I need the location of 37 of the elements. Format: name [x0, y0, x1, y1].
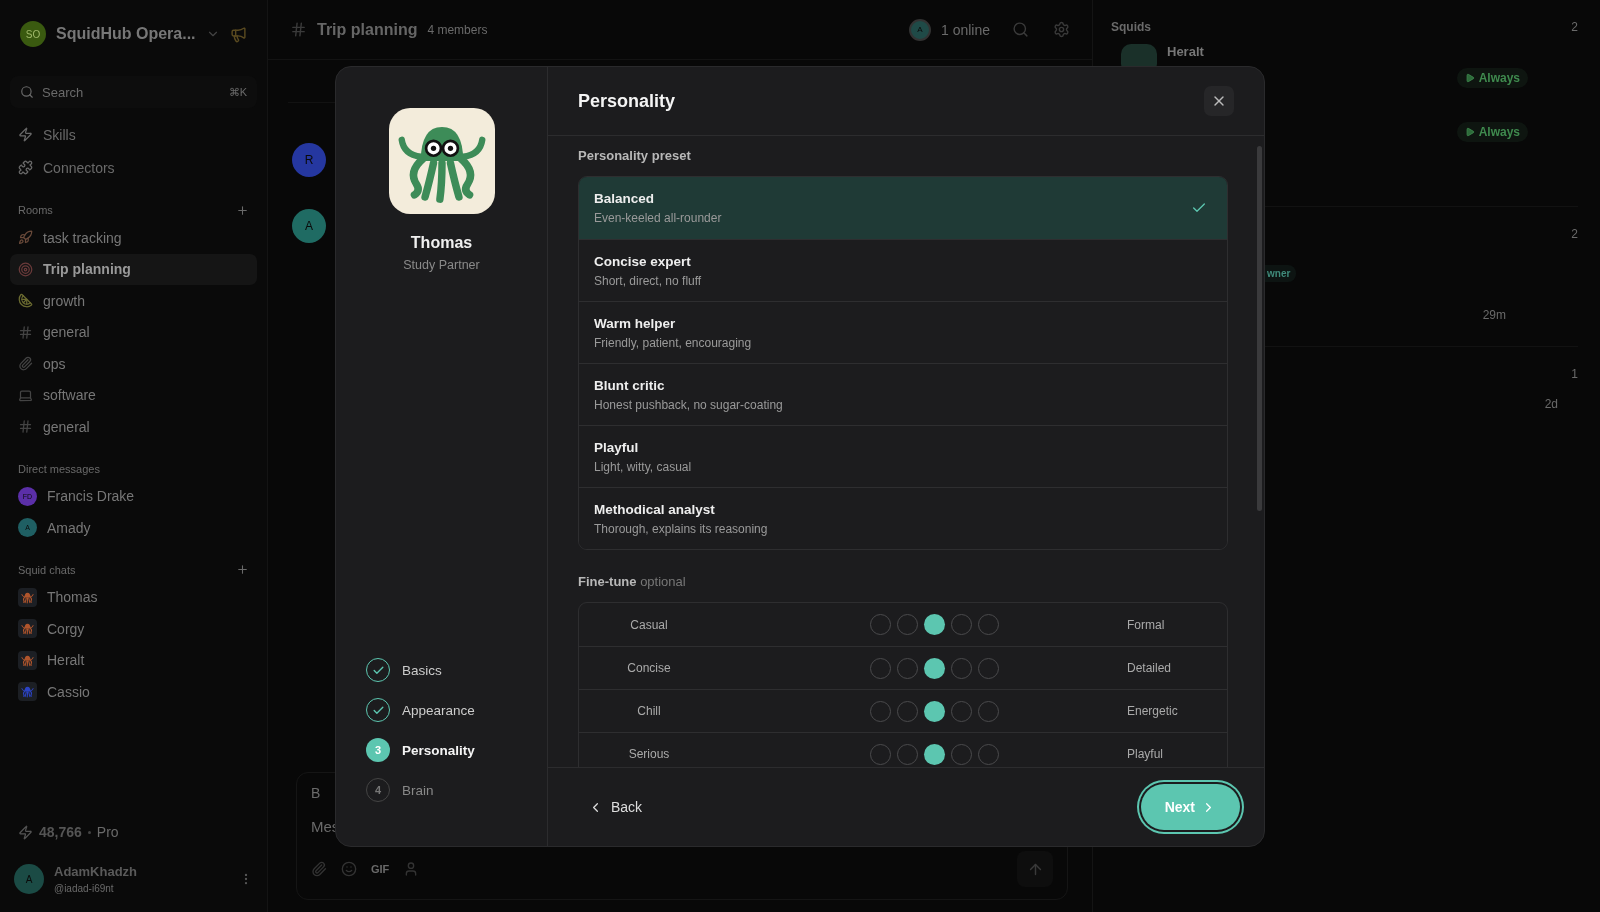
- user-avatar: R: [292, 143, 326, 177]
- plan-label: Pro: [96, 824, 119, 840]
- status-badge: Always: [1456, 122, 1528, 142]
- user-avatar: A: [14, 864, 44, 894]
- scale-label: Formal: [1127, 617, 1166, 632]
- scale-label: Casual: [629, 617, 669, 632]
- workspace-avatar: SO: [20, 21, 46, 47]
- section-title: Squid chats: [18, 563, 76, 576]
- scale-label: Detailed: [1127, 661, 1173, 675]
- user-handle: @iadad-i69nt: [54, 883, 115, 894]
- status-badge: Always: [1456, 68, 1528, 88]
- agent-name: Thomas: [410, 234, 473, 252]
- section-label: Fine-tune optional: [578, 574, 687, 589]
- scale-label: Energetic: [1127, 704, 1179, 718]
- squid-count: 2: [1571, 20, 1578, 34]
- timestamp: 29m: [1482, 308, 1506, 322]
- dialog-title: Personality: [578, 90, 676, 112]
- online-count: 1 online: [940, 21, 990, 38]
- channel-title: Trip planning: [317, 20, 418, 39]
- timestamp: 2d: [1544, 397, 1558, 411]
- agent-role: Study Partner: [403, 258, 480, 272]
- credit-balance: 48,766: [39, 824, 82, 840]
- section-title: Rooms: [18, 204, 53, 216]
- scale-label: Chill: [636, 704, 662, 718]
- member-count: 4 members: [427, 22, 488, 37]
- panel-title: Squids: [1111, 20, 1151, 34]
- scale-label: Playful: [1127, 747, 1165, 761]
- user-avatar: A: [292, 209, 326, 243]
- scale-label: Serious: [627, 747, 671, 761]
- item-count: 1: [1571, 367, 1578, 381]
- user-name: AdamKhadzh: [54, 864, 138, 879]
- squid-name: Heralt: [1167, 44, 1204, 59]
- member-count: 2: [1571, 227, 1578, 241]
- section-title: Direct messages: [18, 462, 100, 475]
- role-badge: wner: [1265, 265, 1297, 282]
- scale-label: Concise: [626, 661, 672, 675]
- section-label: Personality preset: [578, 148, 692, 163]
